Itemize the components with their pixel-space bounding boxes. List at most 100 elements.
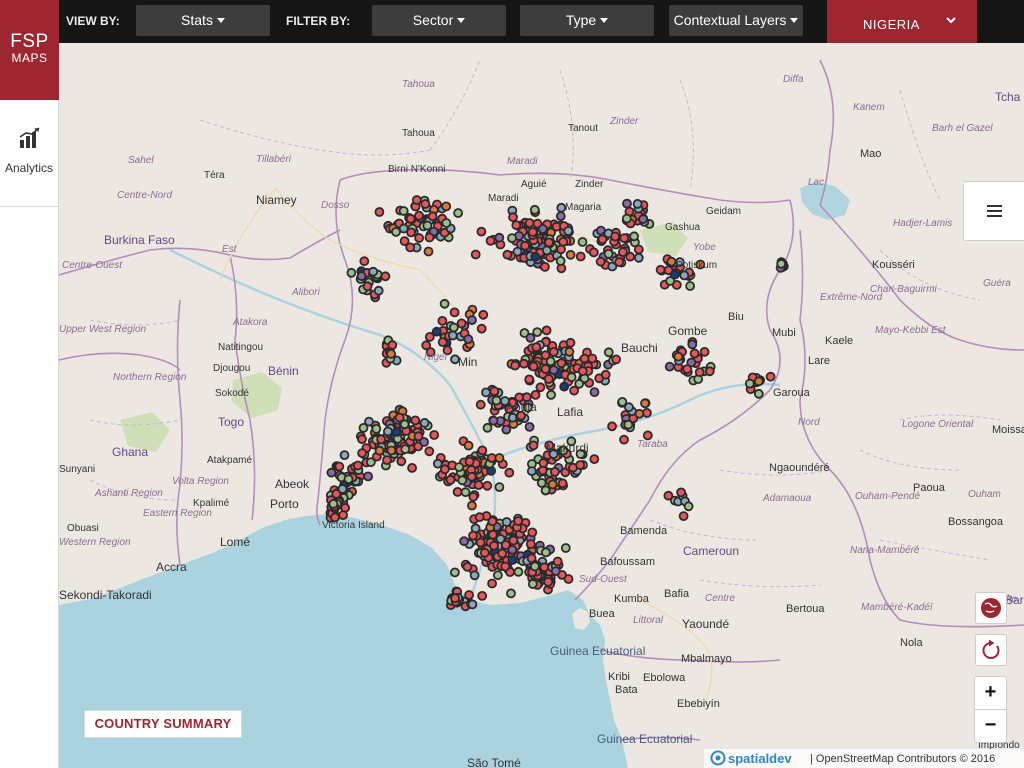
service-point-marker[interactable]	[357, 448, 368, 459]
service-point-marker[interactable]	[475, 537, 486, 548]
service-point-marker[interactable]	[565, 337, 576, 348]
service-point-marker[interactable]	[524, 421, 535, 432]
service-point-marker[interactable]	[457, 475, 468, 486]
service-point-marker[interactable]	[462, 562, 473, 572]
service-point-marker[interactable]	[467, 315, 477, 326]
service-point-marker[interactable]	[563, 226, 574, 236]
service-point-marker[interactable]	[399, 419, 410, 430]
service-point-marker[interactable]	[524, 218, 535, 228]
service-point-marker[interactable]	[537, 224, 548, 234]
service-point-marker[interactable]	[432, 458, 443, 469]
service-point-marker[interactable]	[453, 208, 464, 218]
country-summary-button[interactable]: COUNTRY SUMMARY	[84, 710, 242, 738]
service-point-marker[interactable]	[530, 389, 541, 400]
service-point-marker[interactable]	[481, 387, 491, 398]
sidebar-item-analytics[interactable]: Analytics	[0, 100, 58, 207]
service-point-marker[interactable]	[449, 307, 460, 318]
service-point-marker[interactable]	[382, 455, 392, 466]
service-point-marker[interactable]	[382, 426, 393, 437]
service-point-marker[interactable]	[575, 251, 586, 262]
service-point-marker[interactable]	[640, 398, 650, 409]
service-point-marker[interactable]	[488, 415, 499, 426]
service-point-marker[interactable]	[678, 511, 689, 521]
service-point-marker[interactable]	[776, 258, 787, 269]
service-point-marker[interactable]	[526, 553, 537, 564]
service-point-marker[interactable]	[629, 231, 639, 242]
service-point-marker[interactable]	[400, 444, 411, 455]
service-point-marker[interactable]	[464, 456, 475, 467]
service-point-marker[interactable]	[560, 543, 571, 553]
service-point-marker[interactable]	[634, 408, 645, 419]
service-point-marker[interactable]	[664, 361, 675, 372]
service-point-marker[interactable]	[365, 457, 376, 468]
service-point-marker[interactable]	[535, 382, 546, 393]
service-point-marker[interactable]	[603, 347, 614, 358]
service-point-marker[interactable]	[459, 536, 470, 547]
service-point-marker[interactable]	[589, 387, 600, 398]
service-point-marker[interactable]	[358, 422, 369, 433]
service-point-marker[interactable]	[339, 450, 350, 461]
service-point-marker[interactable]	[362, 281, 373, 292]
type-filter-dropdown[interactable]: Type	[520, 5, 654, 36]
service-point-marker[interactable]	[589, 454, 600, 465]
service-point-marker[interactable]	[540, 350, 551, 361]
service-point-marker[interactable]	[489, 540, 499, 551]
service-point-marker[interactable]	[357, 434, 367, 445]
service-point-marker[interactable]	[632, 198, 643, 209]
service-point-marker[interactable]	[477, 445, 488, 456]
service-point-marker[interactable]	[494, 453, 505, 463]
service-point-marker[interactable]	[391, 426, 402, 437]
service-point-marker[interactable]	[371, 423, 382, 434]
service-point-marker[interactable]	[460, 487, 471, 498]
service-point-marker[interactable]	[431, 326, 442, 337]
service-point-marker[interactable]	[468, 491, 479, 502]
service-point-marker[interactable]	[541, 547, 551, 558]
service-point-marker[interactable]	[548, 346, 559, 357]
service-point-marker[interactable]	[607, 421, 617, 432]
service-point-marker[interactable]	[470, 249, 481, 260]
service-point-marker[interactable]	[380, 271, 391, 282]
service-point-marker[interactable]	[328, 498, 339, 509]
service-point-marker[interactable]	[429, 430, 440, 440]
service-point-marker[interactable]	[420, 199, 431, 209]
service-point-marker[interactable]	[482, 480, 493, 491]
service-point-marker[interactable]	[473, 480, 484, 491]
service-point-marker[interactable]	[424, 446, 435, 457]
service-point-marker[interactable]	[540, 261, 550, 272]
service-point-marker[interactable]	[687, 339, 698, 350]
service-point-marker[interactable]	[666, 256, 677, 267]
service-point-marker[interactable]	[374, 207, 385, 217]
service-point-marker[interactable]	[363, 471, 374, 482]
service-point-marker[interactable]	[519, 358, 529, 369]
service-point-marker[interactable]	[559, 381, 570, 392]
service-point-marker[interactable]	[685, 281, 695, 291]
service-point-marker[interactable]	[507, 555, 518, 565]
service-point-marker[interactable]	[587, 353, 598, 364]
service-point-marker[interactable]	[478, 309, 489, 320]
service-point-marker[interactable]	[532, 327, 543, 338]
service-point-marker[interactable]	[399, 236, 410, 247]
service-point-marker[interactable]	[454, 462, 465, 473]
service-point-marker[interactable]	[437, 315, 448, 326]
service-point-marker[interactable]	[424, 232, 435, 243]
service-point-marker[interactable]	[414, 233, 425, 243]
service-point-marker[interactable]	[527, 579, 538, 589]
service-point-marker[interactable]	[619, 233, 630, 244]
service-point-marker[interactable]	[502, 249, 513, 260]
service-point-marker[interactable]	[513, 516, 524, 526]
service-point-marker[interactable]	[507, 233, 517, 244]
service-point-marker[interactable]	[439, 298, 450, 309]
service-point-marker[interactable]	[633, 252, 644, 263]
service-point-marker[interactable]	[374, 445, 385, 456]
service-point-marker[interactable]	[588, 247, 599, 258]
service-point-marker[interactable]	[450, 593, 461, 604]
service-point-marker[interactable]	[638, 214, 648, 225]
service-point-marker[interactable]	[423, 246, 434, 257]
service-point-marker[interactable]	[663, 490, 674, 501]
service-point-marker[interactable]	[566, 372, 577, 383]
service-point-marker[interactable]	[386, 348, 397, 359]
service-point-marker[interactable]	[411, 195, 422, 205]
service-point-marker[interactable]	[506, 588, 516, 599]
service-point-marker[interactable]	[508, 535, 519, 546]
service-point-marker[interactable]	[753, 388, 764, 399]
